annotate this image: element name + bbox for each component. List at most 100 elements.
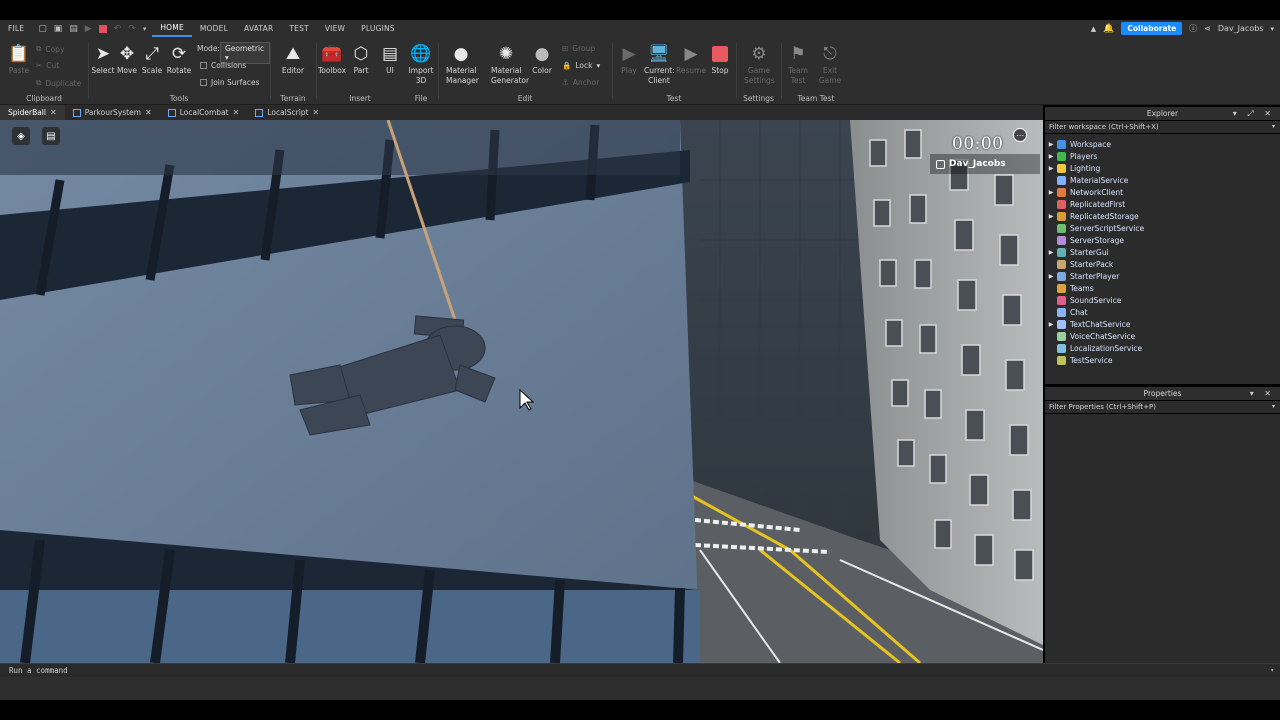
part-button[interactable]: ⬡ Part — [346, 43, 376, 75]
help-icon[interactable]: ⓘ — [1189, 23, 1197, 34]
explorer-item-label: Lighting — [1070, 163, 1101, 173]
material-manager-button[interactable]: ● Material Manager — [446, 43, 479, 85]
explorer-header: Explorer ▾ ⤢ ✕ — [1045, 107, 1280, 120]
properties-filter-input[interactable]: Filter Properties (Ctrl+Shift+P) ▾ — [1045, 401, 1280, 413]
explorer-item-serverscriptservice[interactable]: ServerScriptService — [1045, 222, 1280, 234]
chevron-down-icon[interactable]: ▾ — [143, 25, 147, 33]
expand-arrow-icon[interactable]: ▶ — [1045, 213, 1057, 220]
join-surfaces-checkbox[interactable]: Join Surfaces — [200, 78, 260, 87]
notification-bell-icon[interactable]: 🔔 — [1103, 24, 1114, 34]
menu-view[interactable]: VIEW — [317, 20, 353, 37]
menu-test[interactable]: TEST — [281, 20, 316, 37]
color-button[interactable]: ● Color — [527, 43, 557, 75]
tab-spiderball[interactable]: SpiderBall ✕ — [0, 105, 65, 120]
explorer-item-chat[interactable]: Chat — [1045, 306, 1280, 318]
menu-file[interactable]: FILE — [0, 20, 32, 37]
explorer-item-replicatedfirst[interactable]: ReplicatedFirst — [1045, 198, 1280, 210]
user-menu-chevron-icon[interactable]: ▾ — [1270, 25, 1274, 33]
share-icon[interactable]: ⋖ — [1204, 24, 1211, 33]
stop-icon[interactable] — [98, 24, 107, 33]
collapse-ribbon-icon[interactable]: ▲ — [1091, 25, 1096, 33]
paste-button[interactable]: 📋 Paste — [4, 43, 34, 75]
command-dropdown-icon[interactable]: ▾ — [1270, 664, 1274, 678]
save-icon[interactable]: ▤ — [69, 24, 78, 34]
explorer-item-materialservice[interactable]: MaterialService — [1045, 174, 1280, 186]
terrain-editor-button[interactable]: ⛰ Editor — [278, 43, 308, 75]
team-test-button[interactable]: ⚑ Team Test — [783, 43, 813, 85]
collisions-checkbox[interactable]: Collisions — [200, 61, 246, 70]
command-bar[interactable]: Run a command ▾ — [0, 663, 1280, 677]
exit-game-button[interactable]: ⎋ Exit Game — [815, 43, 845, 85]
explorer-item-workspace[interactable]: ▶ Workspace — [1045, 138, 1280, 150]
roblox-menu-icon[interactable]: ◈ — [12, 127, 30, 145]
group-button[interactable]: ⊞ Group — [562, 44, 595, 53]
ui-button[interactable]: ▤ UI — [375, 43, 405, 75]
explorer-item-networkclient[interactable]: ▶ NetworkClient — [1045, 186, 1280, 198]
menu-avatar[interactable]: AVATAR — [236, 20, 281, 37]
explorer-item-teams[interactable]: Teams — [1045, 282, 1280, 294]
panel-controls-icon[interactable]: ▾ ⤢ ✕ — [1233, 107, 1275, 120]
menu-plugins[interactable]: PLUGINS — [353, 20, 403, 37]
play-button[interactable]: ▶ Play — [614, 43, 644, 75]
explorer-item-voicechatservice[interactable]: VoiceChatService — [1045, 330, 1280, 342]
import-3d-button[interactable]: 🌐 Import 3D — [406, 43, 436, 85]
service-icon — [1057, 163, 1066, 173]
close-icon[interactable]: ✕ — [50, 108, 57, 117]
scale-tool-button[interactable]: ⤢ Scale — [137, 43, 167, 75]
expand-arrow-icon[interactable]: ▶ — [1045, 321, 1057, 328]
explorer-item-replicatedstorage[interactable]: ▶ ReplicatedStorage — [1045, 210, 1280, 222]
copy-button[interactable]: ⧉ Copy — [36, 44, 64, 54]
tab-parkoursystem[interactable]: ParkourSystem ✕ — [65, 105, 160, 120]
expand-arrow-icon[interactable]: ▶ — [1045, 141, 1057, 148]
player-list-entry[interactable]: Dav_Jacobs — [930, 154, 1040, 174]
new-file-icon[interactable]: ▢ — [38, 24, 47, 34]
explorer-item-soundservice[interactable]: SoundService — [1045, 294, 1280, 306]
explorer-item-starterpack[interactable]: StarterPack — [1045, 258, 1280, 270]
duplicate-button[interactable]: ⧉ Duplicate — [36, 78, 81, 88]
stop-button[interactable]: Stop — [705, 43, 735, 75]
expand-arrow-icon[interactable]: ▶ — [1045, 189, 1057, 196]
explorer-item-startergui[interactable]: ▶ StarterGui — [1045, 246, 1280, 258]
explorer-item-lighting[interactable]: ▶ Lighting — [1045, 162, 1280, 174]
close-icon[interactable]: ✕ — [233, 108, 240, 117]
play-icon[interactable]: ▶ — [85, 24, 92, 34]
expand-arrow-icon[interactable]: ▶ — [1045, 153, 1057, 160]
username-label[interactable]: Dav_Jacobs — [1218, 24, 1264, 33]
expand-arrow-icon[interactable]: ▶ — [1045, 249, 1057, 256]
current-client-button[interactable]: 🖥 Current: Client — [644, 43, 675, 85]
expand-arrow-icon[interactable]: ▶ — [1045, 165, 1057, 172]
game-viewport[interactable]: ◈ ▤ 00:00 ⋯ Dav_Jacobs — [0, 120, 1043, 663]
anchor-button[interactable]: ⚓ Anchor — [562, 78, 599, 87]
explorer-item-textchatservice[interactable]: ▶ TextChatService — [1045, 318, 1280, 330]
cut-button[interactable]: ✂ Cut — [36, 61, 59, 70]
menu-home[interactable]: HOME — [152, 20, 192, 37]
explorer-filter-input[interactable]: Filter workspace (Ctrl+Shift+X) ▾ — [1045, 121, 1280, 133]
tab-localcombat[interactable]: LocalCombat ✕ — [160, 105, 248, 120]
menu-model[interactable]: MODEL — [192, 20, 236, 37]
toolbox-button[interactable]: 🧰 Toolbox — [317, 43, 347, 75]
chat-toggle-icon[interactable]: ▤ — [42, 127, 60, 145]
open-file-icon[interactable]: ▣ — [54, 24, 63, 34]
explorer-item-serverstorage[interactable]: ServerStorage — [1045, 234, 1280, 246]
tab-localscript[interactable]: LocalScript ✕ — [247, 105, 327, 120]
expand-arrow-icon[interactable]: ▶ — [1045, 273, 1057, 280]
lock-button[interactable]: 🔒 Lock ▾ — [562, 61, 600, 70]
redo-icon[interactable]: ↷ — [128, 24, 136, 34]
explorer-item-starterplayer[interactable]: ▶ StarterPlayer — [1045, 270, 1280, 282]
more-options-icon[interactable]: ⋯ — [1013, 128, 1027, 142]
material-generator-button[interactable]: ✺ Material Generator — [491, 43, 529, 85]
resume-button[interactable]: ▶ Resume — [676, 43, 706, 75]
explorer-item-players[interactable]: ▶ Players — [1045, 150, 1280, 162]
explorer-item-localizationservice[interactable]: LocalizationService — [1045, 342, 1280, 354]
undo-icon[interactable]: ↶ — [114, 24, 122, 34]
game-settings-button[interactable]: ⚙ Game Settings — [744, 43, 775, 85]
collaborate-button[interactable]: Collaborate — [1121, 22, 1183, 35]
close-icon[interactable]: ✕ — [145, 108, 152, 117]
explorer-item-testservice[interactable]: TestService — [1045, 354, 1280, 366]
filter-dropdown-icon[interactable]: ▾ — [1272, 401, 1275, 413]
filter-dropdown-icon[interactable]: ▾ — [1272, 121, 1275, 133]
close-icon[interactable]: ✕ — [313, 108, 320, 117]
rotate-tool-button[interactable]: ⟳ Rotate — [164, 43, 194, 75]
panel-controls-icon[interactable]: ▾ ✕ — [1250, 387, 1275, 400]
explorer-tree: ▶ Workspace ▶ Players ▶ Lighting MaterialServi… — [1045, 134, 1280, 384]
